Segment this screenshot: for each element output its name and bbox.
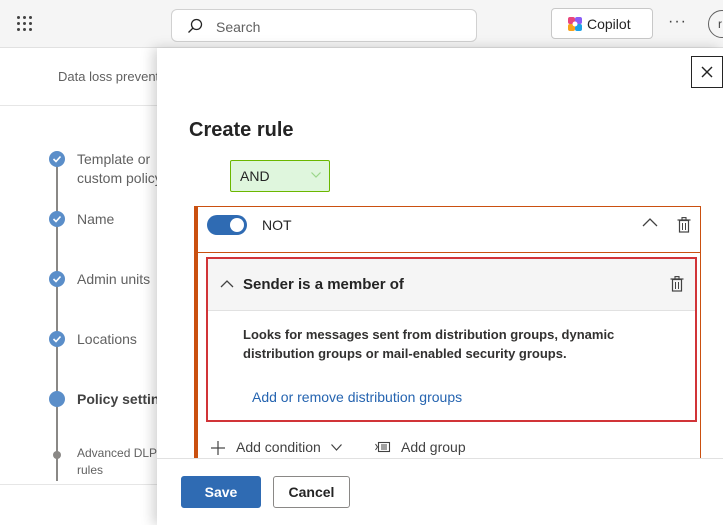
- step-template-label-2: custom policy: [77, 170, 162, 186]
- operator-dropdown[interactable]: AND: [230, 160, 330, 192]
- create-rule-panel: Create rule AND NOT Sender is a member o…: [157, 48, 723, 525]
- toggle-knob: [230, 218, 244, 232]
- chevron-down-icon: [311, 172, 321, 178]
- divider: [0, 105, 160, 106]
- delete-condition-icon[interactable]: [670, 276, 684, 292]
- add-group-icon: [375, 441, 391, 453]
- add-remove-groups-link[interactable]: Add or remove distribution groups: [252, 389, 462, 405]
- not-toggle[interactable]: [207, 215, 247, 235]
- copilot-label: Copilot: [587, 16, 631, 32]
- close-button[interactable]: [691, 56, 723, 88]
- top-bar: Search Copilot ··· r: [0, 0, 723, 48]
- step-complete-icon: [49, 331, 65, 347]
- search-input[interactable]: Search: [171, 9, 477, 42]
- cancel-button[interactable]: Cancel: [273, 476, 350, 508]
- chevron-down-icon[interactable]: [331, 444, 342, 451]
- copilot-icon: [568, 17, 582, 31]
- chevron-up-icon[interactable]: [642, 217, 658, 227]
- add-group-button[interactable]: Add group: [401, 439, 466, 455]
- substep-dot-icon: [53, 451, 61, 459]
- search-icon: [188, 18, 203, 33]
- condition-header[interactable]: Sender is a member of: [208, 259, 695, 311]
- copilot-button[interactable]: Copilot: [551, 8, 653, 39]
- substep-advanced-dlp-label: Advanced DLP: [77, 446, 158, 460]
- operator-value: AND: [240, 168, 270, 184]
- search-placeholder: Search: [216, 19, 261, 35]
- step-complete-icon: [49, 151, 65, 167]
- condition-description: Looks for messages sent from distributio…: [243, 327, 615, 361]
- add-condition-button[interactable]: Add condition: [236, 439, 321, 455]
- app-launcher-icon[interactable]: [17, 16, 33, 32]
- step-admin-units-label: Admin units: [77, 271, 151, 287]
- step-current-icon: [49, 391, 65, 407]
- step-locations-label: Locations: [77, 331, 137, 347]
- step-complete-icon: [49, 271, 65, 287]
- close-icon: [701, 66, 713, 78]
- save-button[interactable]: Save: [181, 476, 261, 508]
- chevron-up-icon[interactable]: [220, 279, 234, 288]
- more-options-icon[interactable]: ···: [668, 13, 687, 31]
- avatar[interactable]: r: [708, 10, 723, 38]
- step-name-label: Name: [77, 211, 115, 227]
- delete-group-icon[interactable]: [677, 217, 691, 233]
- step-template-label: Template or: [77, 151, 151, 167]
- panel-footer: Save Cancel: [157, 458, 723, 525]
- condition-card: Sender is a member of Looks for messages…: [206, 257, 697, 422]
- plus-icon: [211, 441, 225, 455]
- panel-title: Create rule: [189, 119, 294, 141]
- step-complete-icon: [49, 211, 65, 227]
- condition-title: Sender is a member of: [243, 276, 404, 293]
- substep-advanced-dlp-label-2: rules: [77, 463, 104, 477]
- not-label: NOT: [262, 217, 292, 233]
- divider: [198, 252, 701, 253]
- condition-group: NOT Sender is a member of Looks for mess…: [194, 206, 701, 466]
- divider: [0, 484, 160, 485]
